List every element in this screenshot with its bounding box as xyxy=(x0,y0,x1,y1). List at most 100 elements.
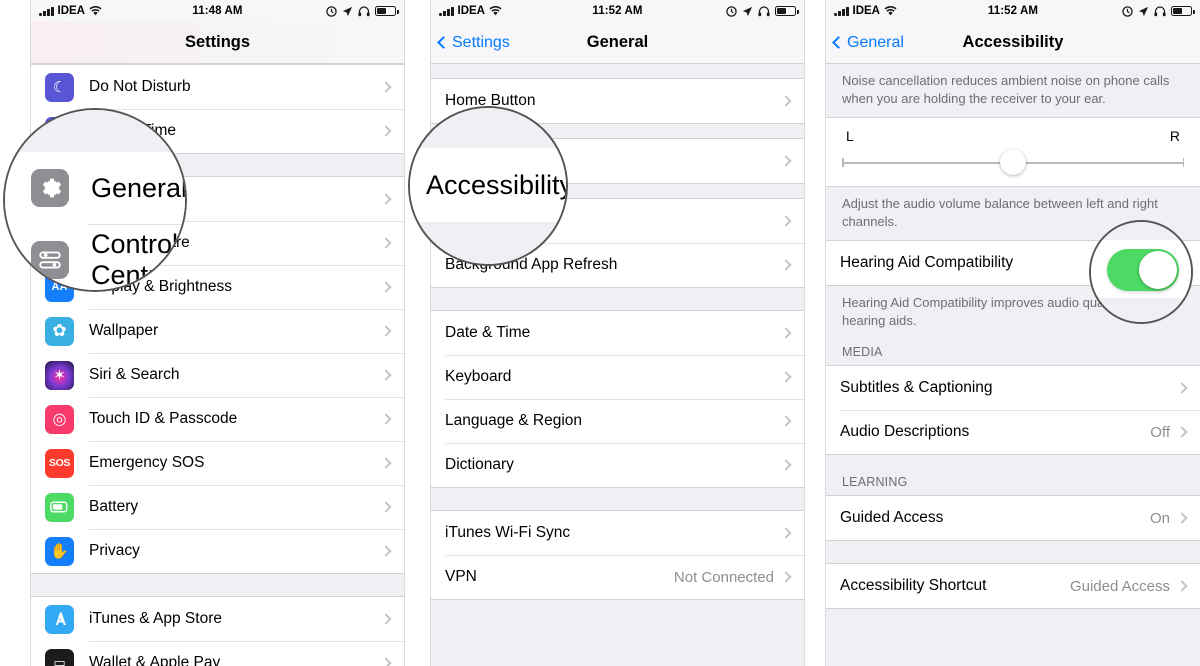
loupe-accessibility: Accessibility xyxy=(408,106,568,266)
slider-cap-left xyxy=(842,158,844,168)
chevron-right-icon xyxy=(380,369,392,381)
row-label: Wallet & Apple Pay xyxy=(89,654,221,666)
siri-icon: ✶ xyxy=(45,360,74,390)
row-label: Emergency SOS xyxy=(89,454,205,471)
chevron-right-icon xyxy=(380,545,392,557)
chevron-right-icon xyxy=(380,81,392,93)
headphones-icon xyxy=(758,5,770,16)
wallpaper-icon: ✿ xyxy=(45,316,74,346)
chevron-right-icon xyxy=(380,125,392,137)
chevron-right-icon xyxy=(780,259,792,271)
row-label: Touch ID & Passcode xyxy=(89,410,238,427)
general-row-vpn[interactable]: VPN Not Connected xyxy=(431,555,804,599)
settings-row-wallpaper[interactable]: ✿ Wallpaper xyxy=(31,309,404,353)
chevron-right-icon xyxy=(780,327,792,339)
section-header-media: MEDIA xyxy=(826,339,1200,366)
back-button-settings[interactable]: Settings xyxy=(431,34,510,52)
general-row-language-region[interactable]: Language & Region xyxy=(431,399,804,443)
chevron-right-icon xyxy=(380,193,392,205)
loupe-label-general: General xyxy=(91,172,187,203)
wallet-icon: ▭ xyxy=(45,648,74,666)
accessibility-list[interactable]: Noise cancellation reduces ambient noise… xyxy=(826,64,1200,666)
group-spacer xyxy=(431,64,804,78)
privacy-hand-icon: ✋ xyxy=(45,536,74,566)
back-button-general[interactable]: General xyxy=(826,34,904,52)
row-label: Audio Descriptions xyxy=(840,423,970,441)
row-label: Keyboard xyxy=(445,368,512,385)
loupe-row-control-centre[interactable]: Control Centre xyxy=(5,225,185,290)
slider-cap-right xyxy=(1182,158,1184,168)
row-label: Do Not Disturb xyxy=(89,78,191,95)
alarm-clock-icon xyxy=(726,5,737,17)
general-row-keyboard[interactable]: Keyboard xyxy=(431,355,804,399)
accessibility-row-guided-access[interactable]: Guided Access On xyxy=(826,496,1200,541)
slider-track[interactable] xyxy=(842,149,1184,176)
alarm-clock-icon xyxy=(326,5,337,17)
chevron-right-icon xyxy=(780,155,792,167)
row-label: Privacy xyxy=(89,542,140,559)
chevron-right-icon xyxy=(780,527,792,539)
accessibility-row-audio-descriptions[interactable]: Audio Descriptions Off xyxy=(826,410,1200,455)
accessibility-row-subtitles-captioning[interactable]: Subtitles & Captioning xyxy=(826,366,1200,411)
chevron-right-icon xyxy=(1176,382,1188,394)
status-right xyxy=(326,5,399,17)
chevron-left-icon xyxy=(832,36,845,49)
accessibility-row-accessibility-shortcut[interactable]: Accessibility Shortcut Guided Access xyxy=(826,564,1200,609)
headphones-icon xyxy=(1154,5,1166,16)
page-title: Settings xyxy=(184,33,251,51)
fingerprint-icon: ◎ xyxy=(45,404,74,434)
chevron-right-icon xyxy=(380,413,392,425)
row-label: VPN xyxy=(445,568,477,585)
phone-panel-accessibility: IDEA 11:52 AM General Accessibility Nois… xyxy=(825,0,1200,666)
location-arrow-icon xyxy=(342,6,353,16)
location-arrow-icon xyxy=(742,6,753,16)
headphones-icon xyxy=(358,5,370,16)
chevron-right-icon xyxy=(780,571,792,583)
back-label: General xyxy=(847,33,904,51)
loupe-row-general[interactable]: General xyxy=(5,152,187,224)
battery-icon xyxy=(775,6,799,16)
row-label: Date & Time xyxy=(445,324,531,341)
settings-row-battery[interactable]: Battery xyxy=(31,485,404,529)
chevron-right-icon xyxy=(380,237,392,249)
settings-row-do-not-disturb[interactable]: ☾ Do Not Disturb xyxy=(31,65,404,109)
row-label: Battery xyxy=(89,498,139,515)
loupe-row-accessibility[interactable]: Accessibility xyxy=(410,148,566,222)
slider-left-label: L xyxy=(846,128,854,145)
row-value: Guided Access xyxy=(1069,577,1170,595)
status-bar: IDEA 11:52 AM xyxy=(826,0,1200,22)
chevron-right-icon xyxy=(780,459,792,471)
nav-bar: General Accessibility xyxy=(826,22,1200,64)
general-row-itunes-wifi-sync[interactable]: iTunes Wi-Fi Sync xyxy=(431,511,804,555)
row-value: Off xyxy=(1150,423,1170,441)
settings-row-emergency-sos[interactable]: SOS Emergency SOS xyxy=(31,441,404,485)
nav-bar: Settings General xyxy=(431,22,804,64)
settings-row-wallet[interactable]: ▭ Wallet & Apple Pay xyxy=(31,641,404,666)
group-spacer xyxy=(31,574,404,596)
volume-balance-slider[interactable]: L R xyxy=(826,117,1200,188)
row-label: Dictionary xyxy=(445,456,514,473)
chevron-right-icon xyxy=(380,457,392,469)
row-label: Subtitles & Captioning xyxy=(840,379,993,397)
gear-icon xyxy=(31,169,69,207)
row-value: Not Connected xyxy=(673,568,774,586)
chevron-right-icon xyxy=(380,501,392,513)
general-row-dictionary[interactable]: Dictionary xyxy=(431,443,804,487)
chevron-right-icon xyxy=(380,613,392,625)
status-right xyxy=(726,5,799,17)
settings-row-siri-search[interactable]: ✶ Siri & Search xyxy=(31,353,404,397)
section-header-learning: LEARNING xyxy=(826,469,1200,496)
hearing-aid-toggle-magnified[interactable] xyxy=(1107,249,1179,291)
group-spacer xyxy=(431,488,804,510)
settings-row-privacy[interactable]: ✋ Privacy xyxy=(31,529,404,573)
loupe-general: General Control Centre xyxy=(3,108,187,292)
row-label: iTunes Wi-Fi Sync xyxy=(445,524,571,541)
slider-thumb[interactable] xyxy=(1000,149,1026,176)
settings-row-touch-id-passcode[interactable]: ◎ Touch ID & Passcode xyxy=(31,397,404,441)
group-spacer xyxy=(826,455,1200,470)
settings-row-itunes-app-store[interactable]: iTunes & App Store xyxy=(31,597,404,641)
general-row-date-time[interactable]: Date & Time xyxy=(431,311,804,355)
nav-bar: Settings xyxy=(31,22,404,64)
chevron-right-icon xyxy=(780,95,792,107)
app-store-icon xyxy=(45,604,74,634)
